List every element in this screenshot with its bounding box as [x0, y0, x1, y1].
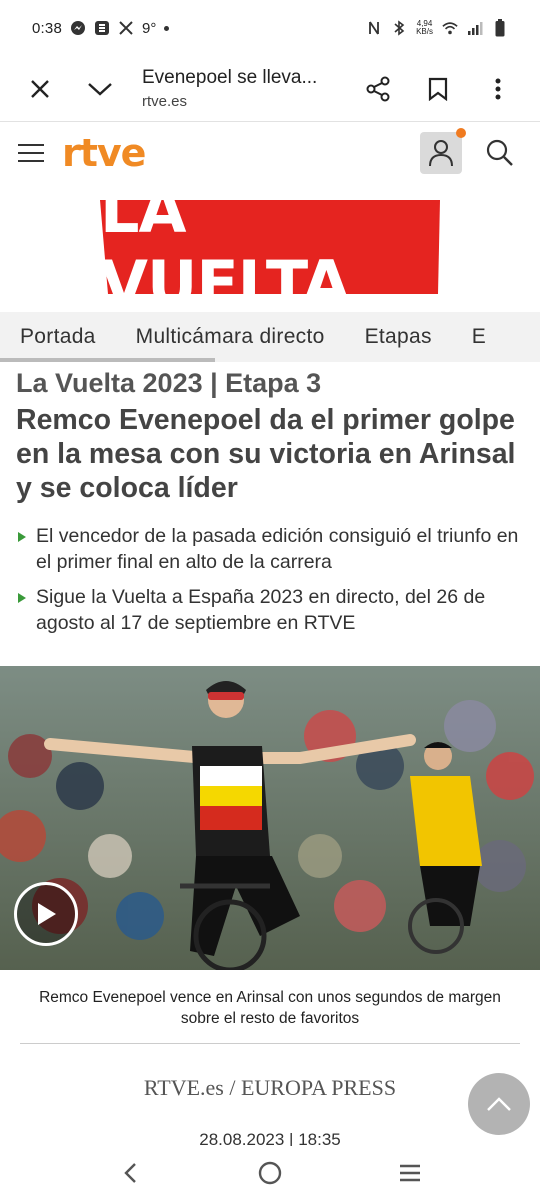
signal-icon: [467, 20, 483, 36]
summary-item: El vencedor de la pasada edición consigu…: [16, 523, 528, 575]
article-kicker: La Vuelta 2023 | Etapa 3: [16, 368, 322, 398]
notification-dot-icon: [456, 128, 466, 138]
summary-item[interactable]: Sigue la Vuelta a España 2023 en directo…: [16, 584, 528, 636]
article-source: RTVE.es / EUROPA PRESS: [143, 1075, 397, 1100]
bookmark-icon: [428, 77, 448, 101]
page-info[interactable]: Evenepoel se lleva... rtve.es: [142, 67, 332, 110]
close-icon: [31, 79, 49, 98]
recents-button[interactable]: [390, 1153, 430, 1193]
search-icon: [486, 139, 513, 166]
scroll-to-top-button[interactable]: [468, 1073, 530, 1135]
bullet-arrow-icon: [18, 593, 26, 603]
messenger-icon: [70, 20, 86, 36]
bluetooth-icon: [391, 20, 407, 36]
rtve-logo[interactable]: rtve: [62, 131, 146, 175]
page-title: Evenepoel se lleva...: [142, 67, 318, 88]
wifi-icon: [442, 20, 458, 36]
divider: [20, 1043, 520, 1044]
back-icon: [124, 1162, 136, 1183]
menu-icon[interactable]: [18, 142, 44, 164]
article-photo[interactable]: [0, 666, 540, 970]
battery-icon: [492, 19, 508, 37]
system-navigation-bar: [0, 1146, 540, 1199]
news-app-icon: [94, 20, 110, 36]
chevron-up-icon: [487, 1097, 511, 1111]
play-video-button[interactable]: [14, 882, 78, 946]
network-speed: 4,94 KB/s: [416, 20, 433, 36]
article-headline: Remco Evenepoel da el primer golpe en la…: [16, 404, 516, 504]
minimize-button[interactable]: [78, 67, 122, 111]
tab-overflow[interactable]: E: [452, 325, 506, 349]
search-button[interactable]: [484, 137, 516, 169]
network-speed-unit: KB/s: [416, 27, 433, 36]
home-icon: [258, 1161, 282, 1184]
banner-text: LA VUELTA: [100, 174, 350, 320]
chevron-down-icon: [88, 82, 112, 96]
tab-portada[interactable]: Portada: [0, 325, 116, 349]
bullet-arrow-icon: [18, 532, 26, 542]
bookmark-button[interactable]: [416, 67, 460, 111]
share-button[interactable]: [356, 67, 400, 111]
page-domain: rtve.es: [142, 93, 188, 110]
more-vert-icon: [495, 78, 501, 99]
summary-link[interactable]: Sigue la Vuelta a España 2023 en directo…: [36, 586, 485, 634]
cyclist-photo: [0, 666, 540, 970]
x-app-icon: [118, 20, 134, 36]
nfc-icon: [366, 20, 382, 36]
tab-etapas[interactable]: Etapas: [345, 325, 452, 349]
back-button[interactable]: [110, 1153, 150, 1193]
summary-text: El vencedor de la pasada edición consigu…: [36, 525, 519, 573]
home-button[interactable]: [250, 1153, 290, 1193]
article-summary: El vencedor de la pasada edición consigu…: [16, 523, 528, 645]
status-bar: 0:38 9° 4,94 KB/s: [0, 0, 540, 56]
user-account-button[interactable]: [420, 128, 466, 174]
more-options-button[interactable]: [476, 67, 520, 111]
close-tab-button[interactable]: [18, 67, 62, 111]
play-icon: [38, 903, 56, 925]
recents-icon: [400, 1164, 420, 1181]
temperature: 9°: [142, 19, 157, 37]
section-tabs: Portada Multicámara directo Etapas E: [0, 312, 540, 362]
notification-dot-icon: [164, 25, 170, 31]
photo-caption: Remco Evenepoel vence en Arinsal con uno…: [39, 989, 501, 1027]
tab-multicamara-directo[interactable]: Multicámara directo: [116, 325, 345, 349]
browser-toolbar: Evenepoel se lleva... rtve.es: [0, 56, 540, 122]
la-vuelta-banner[interactable]: LA VUELTA: [100, 174, 440, 320]
user-icon: [429, 140, 453, 167]
share-icon: [366, 76, 390, 101]
article-date: 28.08.2023 | 18:35: [199, 1130, 341, 1146]
tab-scroll-indicator: [0, 358, 215, 362]
status-time: 0:38: [32, 19, 62, 37]
